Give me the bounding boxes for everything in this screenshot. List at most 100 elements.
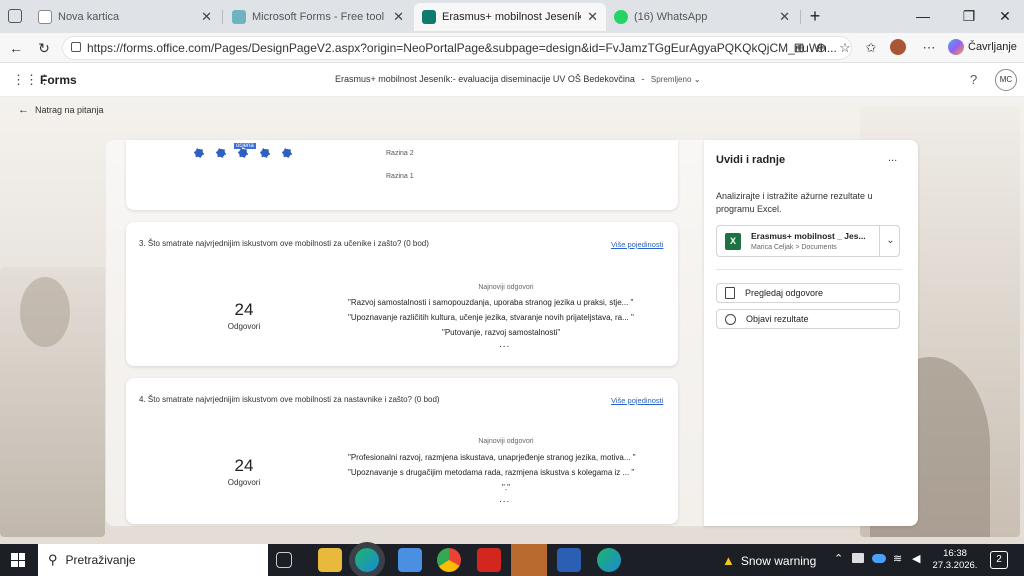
workspaces-icon[interactable]	[8, 9, 22, 23]
lock-icon	[71, 42, 81, 52]
refresh-icon[interactable]: ↻	[34, 38, 54, 58]
edge-icon[interactable]	[597, 548, 621, 572]
save-status: Spremljeno	[650, 75, 692, 84]
latest-response: "Upoznavanje s drugačijim metodama rada,…	[348, 468, 635, 477]
more-menu-icon[interactable]: ⋯	[920, 39, 938, 57]
volume-icon[interactable]: ◀	[912, 552, 920, 565]
app-name[interactable]: Forms	[40, 73, 77, 87]
view-responses-button[interactable]: Pregledaj odgovore	[716, 283, 900, 303]
close-icon[interactable]: ✕	[779, 9, 790, 25]
avatar-icon[interactable]	[890, 39, 906, 55]
browser-tab-bar: Nova kartica ✕ Microsoft Forms - Free to…	[0, 0, 1024, 33]
latest-response: "."	[502, 483, 510, 492]
teams-icon[interactable]	[511, 544, 547, 576]
chrome-icon[interactable]	[437, 548, 461, 572]
url-input[interactable]: https://forms.office.com/Pages/DesignPag…	[62, 36, 852, 60]
form-title[interactable]: Erasmus+ mobilnost Jeseník:- evaluacija …	[335, 74, 701, 84]
latest-response: "Upoznavanje različitih kultura, učenje …	[348, 313, 634, 322]
wifi-icon[interactable]: ≋	[893, 552, 902, 565]
copilot-button[interactable]: Čavrljanje	[948, 39, 1017, 55]
publish-results-button[interactable]: Objavi rezultate	[716, 309, 900, 329]
question-title: 3. Što smatrate najvrjednijim iskustvom …	[139, 239, 429, 248]
level-label: Razina 2	[386, 150, 414, 157]
search-icon: ⚲	[48, 552, 58, 567]
more-details-link[interactable]: Više pojedinosti	[611, 396, 663, 405]
latest-responses-label: Najnoviji odgovori	[478, 438, 534, 445]
latest-response: "Putovanje, razvoj samostalnosti"	[442, 328, 561, 337]
chevron-down-icon[interactable]: ⌄	[879, 226, 901, 256]
clock-date: 27.3.2026.	[932, 560, 978, 571]
tab-whatsapp[interactable]: (16) WhatsApp ✕	[606, 3, 798, 31]
whatsapp-icon	[614, 10, 628, 24]
latest-response: "Razvoj samostalnosti i samopouzdanja, u…	[348, 298, 634, 307]
cloud-icon[interactable]	[872, 554, 886, 563]
close-icon[interactable]: ✕	[201, 9, 212, 25]
rating-card: ocjena Razina 2 Razina 1	[126, 140, 678, 210]
link-icon	[725, 313, 736, 325]
close-icon[interactable]: ✕	[587, 9, 598, 25]
task-view-icon[interactable]	[276, 552, 292, 568]
rating-dot[interactable]	[194, 148, 204, 158]
panel-title: Uvidi i radnje	[716, 154, 786, 166]
close-icon[interactable]: ✕	[393, 9, 404, 25]
taskbar-search[interactable]: ⚲ Pretraživanje	[38, 544, 268, 576]
taskbar: ⚲ Pretraživanje ▲ Snow warning ⌃ ≋ ◀ 16:…	[0, 544, 1024, 576]
word-icon[interactable]	[557, 548, 581, 572]
clock[interactable]: 16:38 27.3.2026.	[930, 548, 980, 572]
help-button[interactable]: ?	[970, 72, 977, 87]
response-count: 24	[234, 456, 254, 475]
url-text: https://forms.office.com/Pages/DesignPag…	[87, 41, 837, 55]
new-tab-icon	[38, 10, 52, 24]
minimize-button[interactable]: —	[908, 6, 938, 26]
acrobat-icon[interactable]	[477, 548, 501, 572]
tab-microsoft-forms[interactable]: Microsoft Forms - Free tool to cre... ✕	[224, 3, 412, 31]
panel-menu-button[interactable]: ...	[888, 152, 897, 164]
restore-button[interactable]: ❐	[954, 6, 984, 26]
more-responses-ellipsis[interactable]: ...	[499, 494, 510, 505]
response-count-label: Odgovori	[227, 478, 261, 487]
avatar[interactable]: MC	[995, 69, 1017, 91]
tray-chevron-icon[interactable]: ⌃	[834, 552, 843, 565]
question-card: 3. Što smatrate najvrjednijim iskustvom …	[126, 222, 678, 366]
new-tab-button[interactable]: +	[800, 6, 830, 26]
excel-file-path: Marica Celjak > Documents	[751, 244, 837, 251]
insights-panel: Uvidi i radnje ... Analizirajte i istraž…	[704, 140, 918, 526]
windows-start-icon[interactable]	[11, 553, 25, 567]
back-to-questions-link[interactable]: ← Natrag na pitanja	[18, 104, 104, 116]
response-count: 24	[234, 300, 254, 319]
forms-icon	[422, 10, 436, 24]
more-details-link[interactable]: Više pojedinosti	[611, 240, 663, 249]
divider	[716, 269, 902, 270]
forms-icon	[232, 10, 246, 24]
tab-label: Erasmus+ mobilnost Jeseník:- eva...	[442, 11, 582, 23]
chevron-down-icon: ⌄	[693, 75, 701, 84]
warning-icon: ▲	[722, 553, 735, 568]
question-title: 4. Što smatrate najvrjednijim iskustvom …	[139, 395, 440, 404]
rating-dot[interactable]	[216, 148, 226, 158]
excel-icon: X	[725, 233, 741, 250]
tab-erasmus[interactable]: Erasmus+ mobilnost Jeseník:- eva... ✕	[414, 3, 606, 31]
rating-dot[interactable]	[260, 148, 270, 158]
excel-file-name: Erasmus+ mobilnost _ Jes...	[751, 231, 866, 241]
store-icon[interactable]	[398, 548, 422, 572]
rating-points: ocjena	[194, 143, 294, 160]
notifications-icon[interactable]: 2	[990, 551, 1008, 569]
favorite-star-icon[interactable]: ☆	[836, 39, 854, 57]
rating-dot[interactable]	[238, 148, 248, 158]
network-icon[interactable]	[852, 553, 864, 563]
close-window-button[interactable]: ✕	[990, 6, 1020, 26]
tab-label: Microsoft Forms - Free tool to cre...	[252, 11, 387, 23]
rating-dot[interactable]	[282, 148, 292, 158]
weather-widget[interactable]: ▲ Snow warning	[722, 553, 816, 568]
excel-file-card[interactable]: X Erasmus+ mobilnost _ Jes... Marica Cel…	[716, 225, 900, 257]
latest-response: "Profesionalni razvoj, razmjena iskustav…	[348, 453, 636, 462]
apps-icon[interactable]: ⊞	[790, 39, 808, 57]
favorites-icon[interactable]: ✩	[862, 39, 880, 57]
tab-nova-kartica[interactable]: Nova kartica ✕	[30, 3, 220, 31]
clock-time: 16:38	[943, 548, 967, 559]
zoom-icon[interactable]: ⊕	[812, 39, 830, 57]
back-arrow-icon[interactable]: ←	[6, 38, 26, 58]
more-responses-ellipsis[interactable]: ...	[499, 339, 510, 350]
edge-icon[interactable]	[355, 548, 379, 572]
file-explorer-icon[interactable]	[318, 548, 342, 572]
